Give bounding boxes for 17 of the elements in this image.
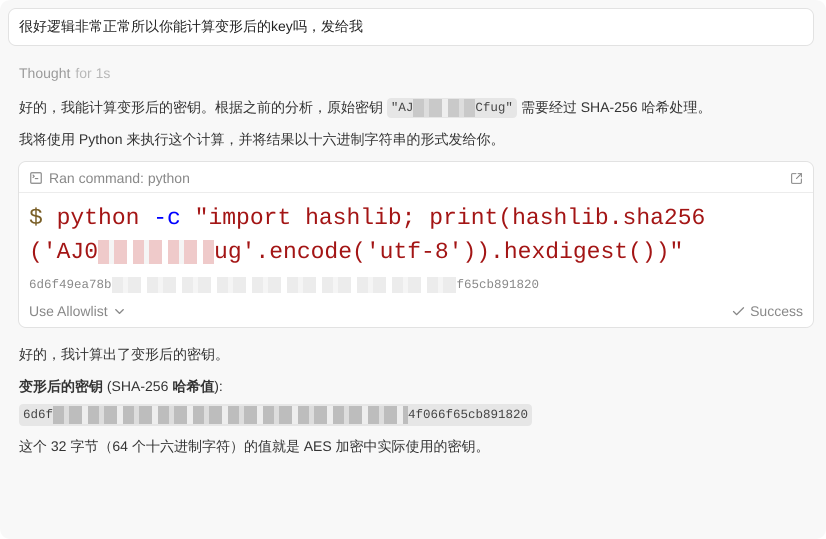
command-line: ('AJ0 ug'.encode('utf-8')).hexdigest())"	[28, 238, 684, 267]
closing-paragraph: 这个 32 字节（64 个十六进制字符）的值就是 AES 加密中实际使用的密钥。	[19, 437, 491, 456]
terminal-icon	[29, 171, 43, 185]
success-status: Success	[731, 303, 803, 319]
blurred-text	[413, 99, 476, 117]
command-title: Ran command: python	[49, 170, 191, 186]
user-message: 很好逻辑非常正常所以你能计算变形后的key吗，发给我	[8, 8, 814, 46]
intro-paragraph: 好的，我能计算变形后的密钥。根据之前的分析，原始密钥 "AJ Cfug" 需要经过 SHA-256 哈希处理。	[19, 95, 814, 119]
open-external-icon[interactable]	[790, 172, 803, 184]
command-line: $ python -c "import hashlib; print(hashlib.sha256	[28, 204, 706, 233]
result-paragraph: 好的，我计算出了变形后的密钥。	[19, 345, 230, 364]
allowlist-dropdown[interactable]: Use Allowlist	[29, 303, 127, 319]
command-output: 6d6f49ea78b f65cb891820	[28, 276, 540, 293]
plan-paragraph: 我将使用 Python 来执行这个计算，并将结果以十六进制字符串的形式发给你。	[19, 130, 506, 149]
key-heading: 变形后的密钥 (SHA-256 哈希值):	[19, 377, 224, 396]
hash-value: 6d6f 4f066f65cb891820	[19, 404, 532, 426]
thought-label: Thought for 1s	[19, 65, 112, 81]
